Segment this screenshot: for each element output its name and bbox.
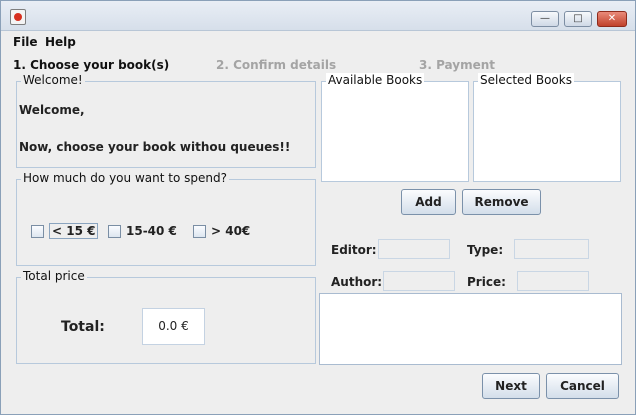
author-field[interactable] — [383, 271, 455, 291]
label-15-40: 15-40 € — [126, 224, 177, 238]
price-field[interactable] — [517, 271, 589, 291]
description-area[interactable] — [319, 293, 622, 365]
minimize-button[interactable]: — — [531, 11, 559, 27]
step-payment: 3. Payment — [419, 58, 496, 72]
step-confirm-details: 2. Confirm details — [216, 58, 337, 72]
welcome-line-2: Now, choose your book withou queues!! — [19, 140, 291, 154]
remove-button[interactable]: Remove — [462, 189, 541, 215]
next-button[interactable]: Next — [482, 373, 540, 399]
total-value-field: 0.0 € — [142, 308, 205, 345]
step-choose-books: 1. Choose your book(s) — [13, 58, 170, 72]
welcome-group: Welcome! Welcome, Now, choose your book … — [16, 73, 316, 168]
type-label: Type: — [467, 243, 504, 257]
checkbox-15-40[interactable] — [108, 224, 121, 238]
budget-group: How much do you want to spend? < 15 € 15… — [16, 171, 316, 266]
type-field[interactable] — [514, 239, 589, 259]
label-over-40: > 40€ — [211, 224, 251, 238]
budget-option-under-15[interactable]: < 15 € — [31, 223, 99, 239]
budget-option-15-40[interactable]: 15-40 € — [108, 224, 177, 238]
editor-field[interactable] — [378, 239, 450, 259]
cancel-button[interactable]: Cancel — [546, 373, 619, 399]
checkbox-over-40[interactable] — [193, 224, 206, 238]
label-under-15: < 15 € — [49, 223, 99, 239]
welcome-line-1: Welcome, — [19, 103, 85, 117]
java-app-icon — [10, 9, 26, 25]
selected-books-title: Selected Books — [478, 73, 574, 87]
total-price-group: Total price Total: 0.0 € — [16, 269, 316, 364]
menu-help[interactable]: Help — [45, 35, 76, 49]
total-price-title: Total price — [21, 269, 87, 283]
app-window: — □ ✕ File Help 1. Choose your book(s) 2… — [0, 0, 636, 415]
title-bar[interactable]: — □ ✕ — [1, 1, 635, 31]
close-button[interactable]: ✕ — [597, 11, 627, 27]
price-label: Price: — [467, 275, 506, 289]
budget-option-over-40[interactable]: > 40€ — [193, 224, 250, 238]
menu-file[interactable]: File — [13, 35, 38, 49]
author-label: Author: — [331, 275, 383, 289]
add-button[interactable]: Add — [401, 189, 456, 215]
selected-books-list[interactable]: Selected Books — [473, 73, 621, 182]
menu-bar: File Help — [1, 32, 635, 54]
total-label: Total: — [61, 319, 105, 335]
available-books-list[interactable]: Available Books — [321, 73, 469, 182]
welcome-title: Welcome! — [21, 73, 85, 87]
budget-title: How much do you want to spend? — [21, 171, 229, 185]
available-books-title: Available Books — [326, 73, 425, 87]
checkbox-under-15[interactable] — [31, 224, 44, 238]
editor-label: Editor: — [331, 243, 377, 257]
maximize-button[interactable]: □ — [564, 11, 592, 27]
